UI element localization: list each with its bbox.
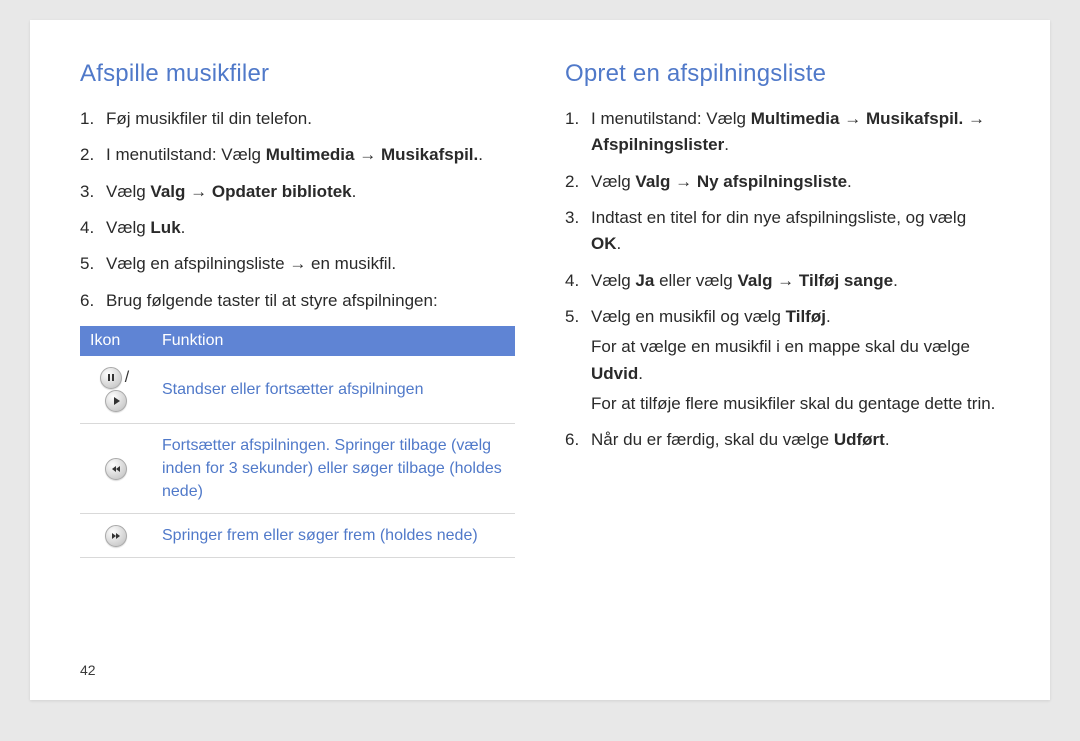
table-row: Springer frem eller søger frem (holdes n… [80,514,515,558]
icon-separator: / [125,369,129,386]
steps-left: Føj musikfiler til din telefon. I menutil… [80,106,515,314]
bold-text: Udvid [591,364,638,383]
step-item: I menutilstand: Vælg Multimedia → Musika… [565,106,1000,159]
bold-text: Musikafspil. [866,109,963,128]
step-item: Vælg en afspilningsliste → en musikfil. [80,251,515,277]
play-icon [105,390,127,412]
bold-text: Tilføj sange [799,271,893,290]
step-subtext: For at tilføje flere musikfiler skal du … [591,391,1000,417]
icon-next [80,514,152,558]
bold-text: Multimedia [266,145,355,164]
icon-previous [80,423,152,514]
bold-text: Valg [635,172,670,191]
bold-text: Udført [834,430,885,449]
table-row: Fortsætter afspilningen. Springer tilbag… [80,423,515,514]
step-item: Vælg Ja eller vælg Valg → Tilføj sange. [565,268,1000,294]
bold-text: Opdater bibliotek [212,182,352,201]
bold-text: Tilføj [786,307,826,326]
next-icon [105,525,127,547]
function-desc: Standser eller fortsætter afspilningen [152,356,515,423]
manual-page: Afspille musikfiler Føj musikfiler til d… [30,20,1050,700]
step-subtext: For at vælge en musikfil i en mappe skal… [591,334,1000,387]
bold-text: Ny afspilningsliste [697,172,847,191]
function-desc: Fortsætter afspilningen. Springer tilbag… [152,423,515,514]
bold-text: Musikafspil. [381,145,478,164]
page-number: 42 [80,662,96,678]
bold-text: Luk [150,218,180,237]
column-left: Afspille musikfiler Føj musikfiler til d… [80,60,515,680]
step-item: Føj musikfiler til din telefon. [80,106,515,132]
function-desc: Springer frem eller søger frem (holdes n… [152,514,515,558]
step-item: Vælg Valg → Opdater bibliotek. [80,179,515,205]
controls-table: Ikon Funktion / Standser eller fortsætter… [80,326,515,558]
bold-text: Valg [150,182,185,201]
column-right: Opret en afspilningsliste I menutilstand… [565,60,1000,680]
bold-text: Valg [737,271,772,290]
pause-icon [100,367,122,389]
step-item: Brug følgende taster til at styre afspil… [80,288,515,314]
step-item: Indtast en titel for din nye afspilnings… [565,205,1000,258]
step-item: Vælg en musikfil og vælg Tilføj.For at v… [565,304,1000,417]
bold-text: Ja [635,271,654,290]
steps-right: I menutilstand: Vælg Multimedia → Musika… [565,106,1000,454]
step-item: I menutilstand: Vælg Multimedia → Musika… [80,142,515,168]
step-item: Vælg Valg → Ny afspilningsliste. [565,169,1000,195]
bold-text: Multimedia [751,109,840,128]
heading-play-music: Afspille musikfiler [80,60,515,88]
heading-create-playlist: Opret en afspilningsliste [565,60,1000,88]
step-item: Vælg Luk. [80,215,515,241]
step-item: Når du er færdig, skal du vælge Udført. [565,427,1000,453]
table-row: / Standser eller fortsætter afspilningen [80,356,515,423]
bold-text: OK [591,234,617,253]
th-icon: Ikon [80,326,152,356]
bold-text: Afspilningslister [591,135,724,154]
previous-icon [105,458,127,480]
icon-pause-play: / [80,356,152,423]
th-function: Funktion [152,326,515,356]
